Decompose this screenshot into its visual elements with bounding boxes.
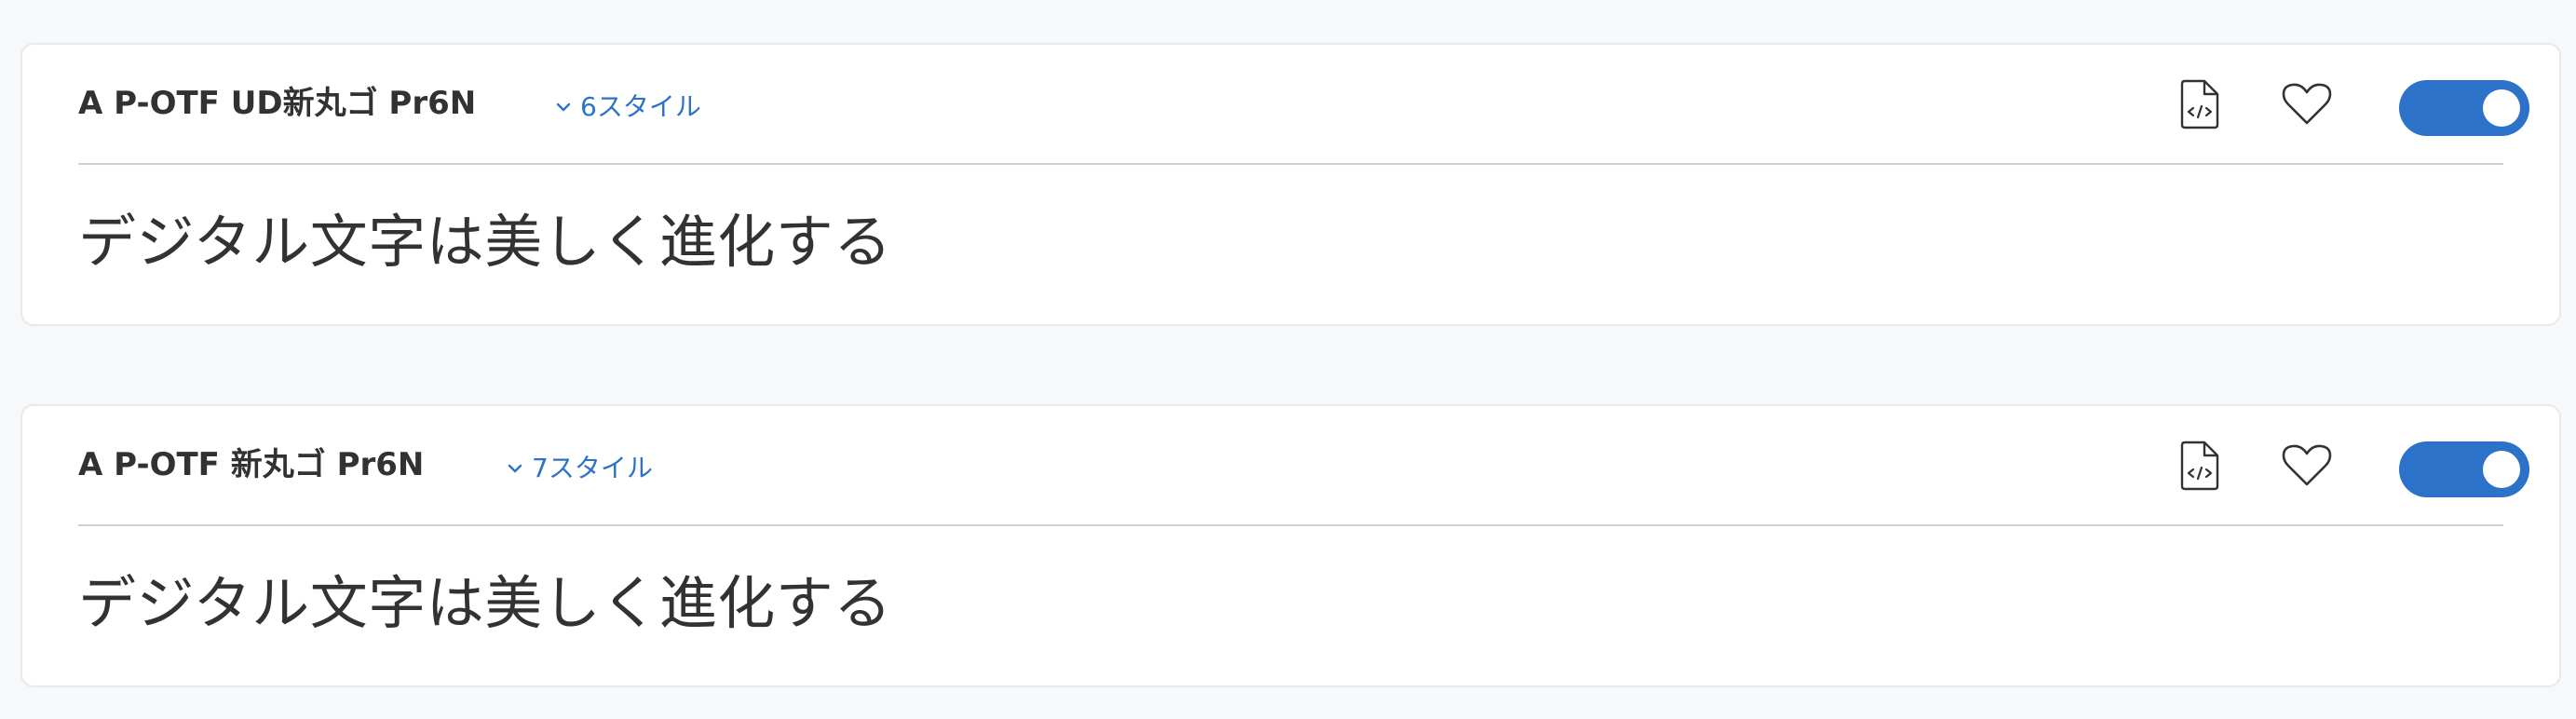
embed-code-button[interactable] — [2174, 441, 2226, 494]
styles-dropdown-toggle[interactable]: 7スタイル — [504, 455, 653, 482]
font-sample-text: デジタル文字は美しく進化する — [78, 208, 892, 276]
styles-dropdown-toggle[interactable]: 6スタイル — [552, 94, 701, 120]
font-card: A P-OTF UD新丸ゴ Pr6N 6スタイル デジタル文字は美しく進化する — [20, 43, 2561, 326]
embed-code-button[interactable] — [2174, 78, 2226, 134]
styles-count-label: 7スタイル — [532, 453, 653, 483]
font-card-header: A P-OTF 新丸ゴ Pr6N 7スタイル — [78, 406, 2529, 526]
chevron-down-icon — [504, 457, 526, 480]
font-family-name[interactable]: A P-OTF 新丸ゴ Pr6N — [78, 449, 424, 481]
font-sample-text: デジタル文字は美しく進化する — [78, 569, 892, 637]
activate-font-toggle[interactable] — [2399, 441, 2529, 497]
heart-icon — [2282, 82, 2332, 130]
font-family-name[interactable]: A P-OTF UD新丸ゴ Pr6N — [78, 88, 476, 119]
font-card-header: A P-OTF UD新丸ゴ Pr6N 6スタイル — [78, 45, 2529, 165]
toggle-knob — [2483, 451, 2520, 488]
favorite-button[interactable] — [2281, 80, 2333, 132]
heart-icon — [2282, 443, 2332, 492]
favorite-button[interactable] — [2281, 441, 2333, 494]
font-card: A P-OTF 新丸ゴ Pr6N 7スタイル デジタル文字は美しく進化する — [20, 404, 2561, 687]
file-code-icon — [2178, 440, 2221, 495]
styles-count-label: 6スタイル — [580, 91, 701, 122]
file-code-icon — [2178, 78, 2221, 134]
activate-font-toggle[interactable] — [2399, 80, 2529, 136]
chevron-down-icon — [552, 96, 575, 118]
toggle-knob — [2483, 89, 2520, 127]
